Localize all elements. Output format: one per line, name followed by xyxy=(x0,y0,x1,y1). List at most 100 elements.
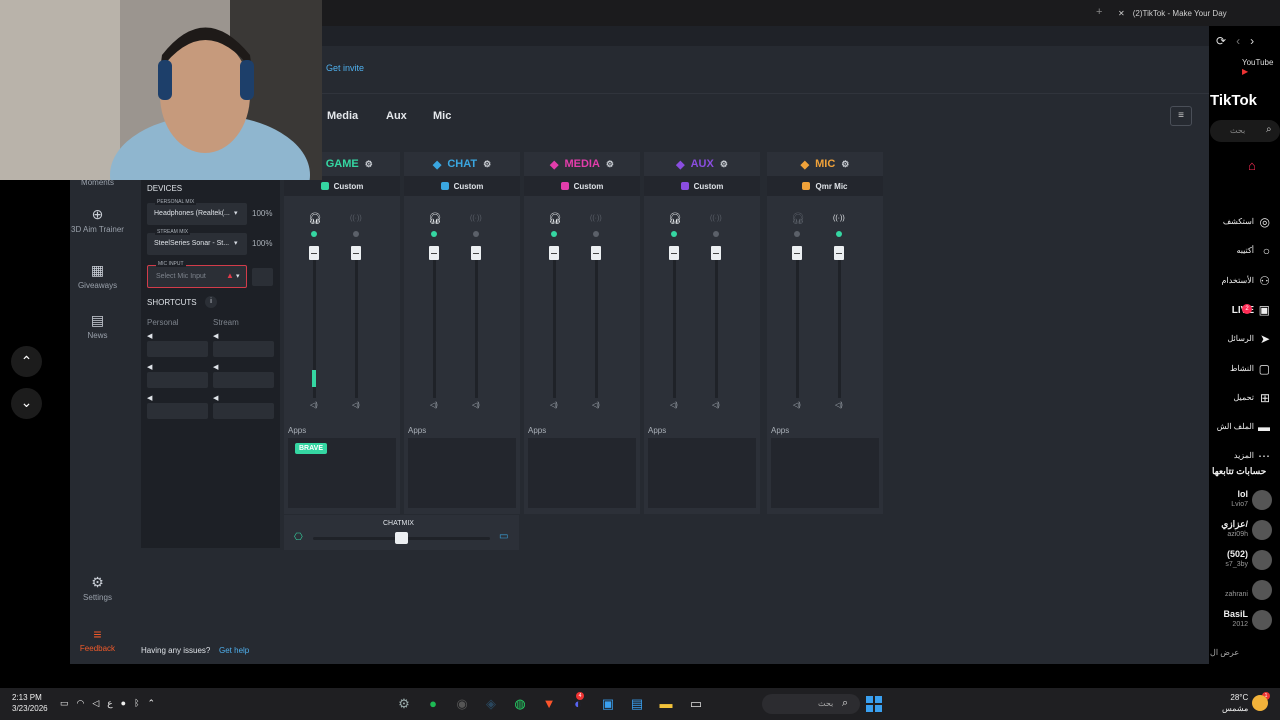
tiktok-search[interactable]: بحث ⌕ xyxy=(1210,120,1280,142)
headphones-icon[interactable]: 🎧︎ xyxy=(548,212,562,225)
volume-fader[interactable] xyxy=(595,248,598,398)
preset-selector[interactable]: Qmr Mic xyxy=(767,176,883,196)
shortcut-field[interactable] xyxy=(147,372,208,388)
gear-icon[interactable]: ⚙ xyxy=(483,159,491,170)
start-icon[interactable] xyxy=(866,696,882,712)
fader-handle[interactable] xyxy=(549,246,559,260)
followed-account[interactable]: عزازي/azi09h xyxy=(1208,518,1278,544)
mute-icon[interactable]: ◁) xyxy=(835,401,843,409)
new-tab-icon[interactable]: + xyxy=(1096,6,1102,18)
mute-icon[interactable]: ◁) xyxy=(712,401,720,409)
tiktok-nav-item[interactable]: تحميل ⊞ xyxy=(1210,390,1278,408)
mute-icon[interactable]: ◁) xyxy=(592,401,600,409)
close-icon[interactable]: ✕ xyxy=(1118,9,1125,18)
volume-fader[interactable] xyxy=(553,248,556,398)
fader-handle[interactable] xyxy=(351,246,361,260)
fader-handle[interactable] xyxy=(711,246,721,260)
fader-handle[interactable] xyxy=(309,246,319,260)
tiktok-nav-item[interactable]: الأستخدام ⚇ xyxy=(1210,273,1278,291)
tab-media[interactable]: Media xyxy=(327,110,358,122)
shortcut-field[interactable] xyxy=(147,341,208,357)
clock[interactable]: 2:13 PM 3/23/2026 xyxy=(12,692,48,714)
back-icon[interactable]: ‹ xyxy=(1236,34,1240,48)
stream-mix-volume[interactable]: 100% xyxy=(252,239,272,248)
shortcut-field[interactable] xyxy=(213,403,274,419)
nav-news[interactable]: ▤ News xyxy=(70,312,125,340)
volume-fader[interactable] xyxy=(796,248,799,398)
nav-feedback[interactable]: ≡ Feedback xyxy=(70,626,125,653)
show-more[interactable]: عرض ال xyxy=(1210,648,1239,657)
home-icon[interactable]: ⌂ xyxy=(1248,158,1256,173)
mute-icon[interactable]: ◁) xyxy=(670,401,678,409)
youtube-link[interactable]: YouTube ▶ xyxy=(1242,58,1280,76)
get-invite-link[interactable]: Get invite xyxy=(326,63,364,73)
apps-dropzone[interactable] xyxy=(771,438,879,508)
info-icon[interactable]: i xyxy=(205,296,217,308)
obs-icon[interactable]: ◉ xyxy=(454,696,470,712)
mic-volume-field[interactable] xyxy=(252,268,273,286)
apps-dropzone[interactable] xyxy=(648,438,756,508)
personal-mix-volume[interactable]: 100% xyxy=(252,209,272,218)
volume-fader[interactable] xyxy=(355,248,358,398)
volume-fader[interactable] xyxy=(673,248,676,398)
volume-fader[interactable] xyxy=(715,248,718,398)
fader-handle[interactable] xyxy=(471,246,481,260)
broadcast-icon[interactable]: ((·)) xyxy=(590,215,602,222)
followed-account[interactable]: zahrani xyxy=(1208,578,1278,604)
apps-dropzone[interactable] xyxy=(408,438,516,508)
mic-input-select[interactable]: MIC INPUT Select Mic Input ▲ ▾ xyxy=(147,261,247,288)
broadcast-icon[interactable]: ((·)) xyxy=(470,215,482,222)
tiktok-nav-item[interactable]: الملف الش ▬ xyxy=(1210,419,1278,437)
taskbar-search[interactable]: بحث ⌕ xyxy=(762,694,860,714)
store-icon[interactable]: ▣ xyxy=(600,696,616,712)
broadcast-icon[interactable]: ((·)) xyxy=(833,215,845,222)
headphones-icon[interactable]: 🎧︎ xyxy=(428,212,442,225)
mute-icon[interactable]: ◁) xyxy=(430,401,438,409)
shortcut-field[interactable] xyxy=(213,341,274,357)
explorer-icon[interactable]: ▬ xyxy=(658,696,674,712)
scroll-down-button[interactable]: ⌄ xyxy=(11,388,42,419)
browser-tab[interactable]: ✕ (2)TikTok - Make Your Day xyxy=(1118,3,1278,23)
whatsapp-icon[interactable]: ◍ xyxy=(512,696,528,712)
tab-mic[interactable]: Mic xyxy=(433,110,451,122)
fader-handle[interactable] xyxy=(591,246,601,260)
nav-giveaways[interactable]: ▦ Giveaways xyxy=(70,262,125,290)
mute-icon[interactable]: ◁) xyxy=(472,401,480,409)
followed-account[interactable]: (502) s7_3by xyxy=(1208,548,1278,574)
tiktok-nav-item[interactable]: استكشف ◎ xyxy=(1210,214,1278,232)
tiktok-nav-item[interactable]: الرسائل ➤ xyxy=(1210,331,1278,349)
tab-aux[interactable]: Aux xyxy=(386,110,407,122)
apps-dropzone[interactable]: BRAVE xyxy=(288,438,396,508)
mute-icon[interactable]: ◁) xyxy=(352,401,360,409)
gear-icon[interactable]: ⚙ xyxy=(365,159,373,170)
mute-icon[interactable]: ◁) xyxy=(310,401,318,409)
headphones-icon[interactable]: 🎧︎ xyxy=(308,212,322,225)
mute-icon[interactable]: ◁) xyxy=(550,401,558,409)
preset-selector[interactable]: Custom xyxy=(404,176,520,196)
spotify-icon[interactable]: ● xyxy=(425,696,441,712)
shortcut-field[interactable] xyxy=(213,372,274,388)
get-help-link[interactable]: Get help xyxy=(219,646,249,655)
nav-settings[interactable]: ⚙ Settings xyxy=(70,574,125,602)
settings-app-icon[interactable]: ⚙ xyxy=(396,696,412,712)
apps-dropzone[interactable] xyxy=(528,438,636,508)
tiktok-nav-item[interactable]: المزيد ⋯ xyxy=(1210,448,1278,466)
forward-icon[interactable]: › xyxy=(1250,34,1254,48)
system-tray[interactable]: ▭ ◠ ◁ ع ● ᛒ ⌃ xyxy=(60,698,155,709)
personal-mix-select[interactable]: PERSONAL MIX Headphones (Realtek(... ▾ xyxy=(147,199,247,225)
app-icon[interactable]: ▭ xyxy=(688,696,704,712)
gear-icon[interactable]: ⚙ xyxy=(606,159,614,170)
preset-selector[interactable]: Custom xyxy=(524,176,640,196)
mute-icon[interactable]: ◁) xyxy=(793,401,801,409)
fader-handle[interactable] xyxy=(669,246,679,260)
gear-icon[interactable]: ⚙ xyxy=(841,159,849,170)
stream-mix-select[interactable]: STREAM MIX SteelSeries Sonar - St... ▾ xyxy=(147,229,247,255)
tiktok-nav-item[interactable]: أكتيبه ○ xyxy=(1210,243,1278,261)
followed-account[interactable]: BasiL 2012 xyxy=(1208,608,1278,634)
chatmix-slider-handle[interactable] xyxy=(395,532,408,544)
menu-icon[interactable]: ≡ xyxy=(1170,106,1192,126)
weather-widget[interactable]: 28°C مشمس xyxy=(1222,692,1248,714)
tiktok-nav-item[interactable]: النشاط ▢ xyxy=(1210,361,1278,379)
volume-fader[interactable] xyxy=(433,248,436,398)
broadcast-icon[interactable]: ((·)) xyxy=(710,215,722,222)
